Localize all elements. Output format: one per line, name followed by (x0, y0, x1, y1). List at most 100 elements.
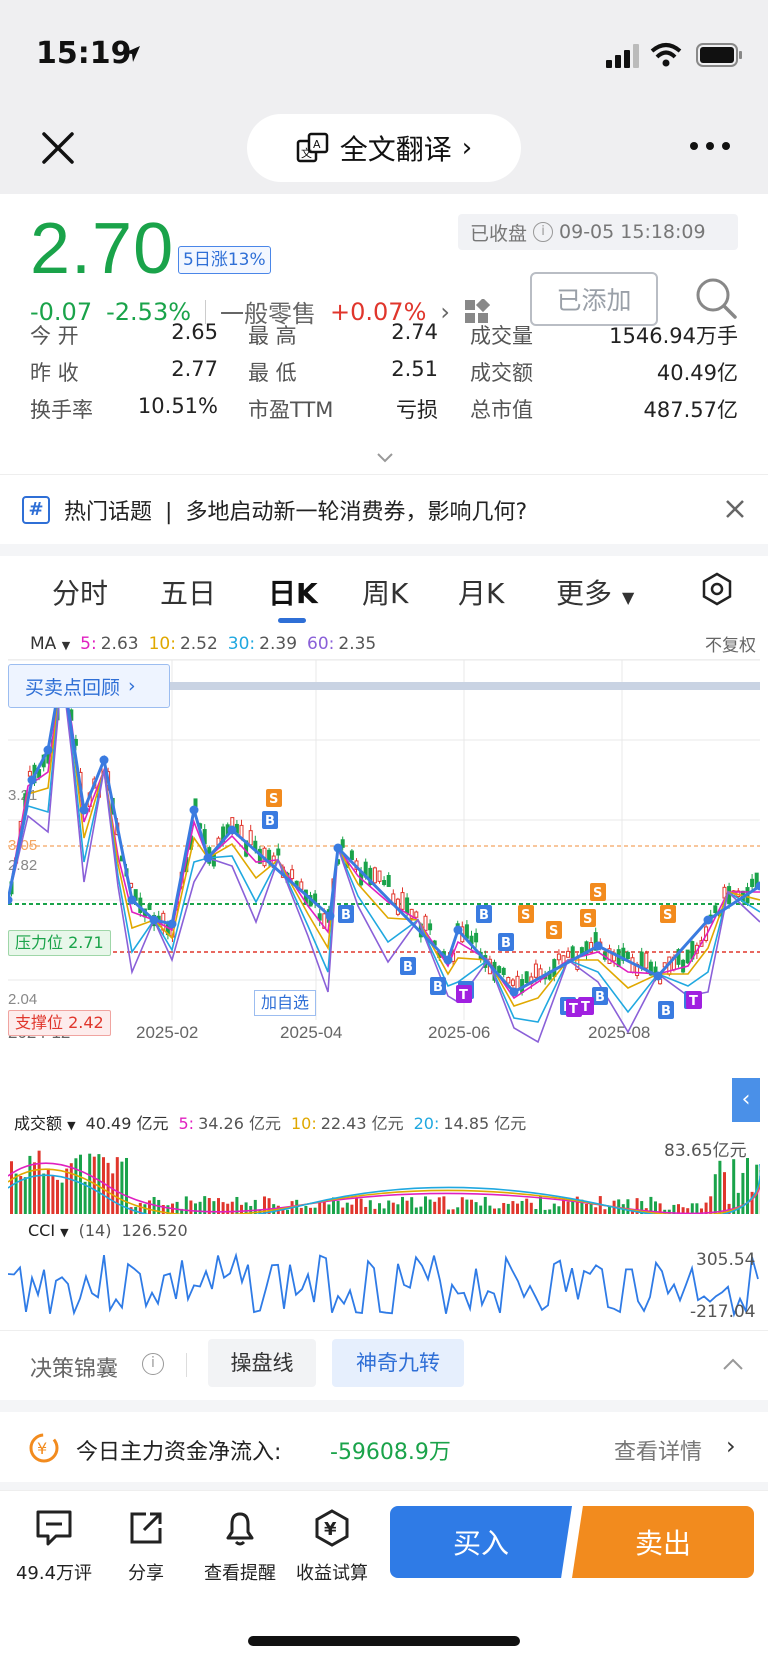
volume-bar (419, 1206, 423, 1214)
volume-bar (148, 1200, 151, 1214)
volume-selector[interactable]: 成交额 ▼ (14, 1110, 76, 1134)
sell-signal-marker[interactable]: S (580, 909, 596, 927)
volume-bar (557, 1206, 561, 1214)
sell-signal-marker[interactable]: S (660, 905, 676, 923)
tab-intraday[interactable]: 分时 (52, 572, 108, 612)
share-button[interactable]: 分享 (114, 1508, 178, 1600)
buy-signal-marker[interactable]: B (658, 1001, 674, 1019)
cci-selector[interactable]: CCI ▼ (28, 1221, 69, 1240)
volume-bar (433, 1201, 437, 1214)
profit-calc-label: 收益试算 (296, 1563, 368, 1584)
tab-weekly-k[interactable]: 周K (362, 572, 408, 612)
info-icon[interactable]: i (533, 222, 554, 242)
market-status-text: 已收盘 (470, 222, 528, 245)
ma-selector[interactable]: MA ▼ (30, 634, 70, 654)
hot-topic-text[interactable]: 热门话题 | 多地启动新一轮消费券，影响几何? (64, 494, 527, 526)
tab-more[interactable]: 更多 ▼ (556, 572, 634, 612)
adjust-mode[interactable]: 不复权 (705, 631, 760, 656)
volume-max-label: 83.65亿元 (664, 1141, 747, 1161)
stat-value: 1546.94万手 (609, 324, 738, 348)
zigzag-point (325, 911, 335, 921)
zigzag-point (443, 955, 453, 965)
fund-flow-row[interactable]: ¥ 今日主力资金净流入: -59608.9万 查看详情 › (0, 1412, 768, 1482)
alert-label: 查看提醒 (204, 1563, 276, 1584)
buy-signal-marker[interactable]: B (338, 905, 354, 923)
volume-bar (571, 1201, 575, 1214)
info-icon[interactable]: i (142, 1353, 164, 1375)
zigzag-point (149, 915, 159, 925)
chevron-up-icon[interactable] (722, 1357, 744, 1371)
close-topic-icon[interactable] (724, 498, 746, 520)
chevron-down-icon[interactable] (376, 452, 394, 464)
buy-signal-marker[interactable]: B (592, 987, 608, 1005)
more-icon[interactable] (688, 136, 732, 156)
ma-period: 5: (80, 633, 97, 654)
zigzag-point (453, 925, 463, 935)
t-signal-marker[interactable]: T (578, 997, 594, 1015)
sell-signal-marker[interactable]: S (518, 905, 534, 923)
svg-text:文: 文 (301, 146, 312, 160)
buy-button[interactable]: 买入 (390, 1506, 572, 1578)
decision-toolbar: 决策锦囊 i 操盘线 神奇九转 (0, 1330, 768, 1400)
fund-flow-detail-link[interactable]: 查看详情 (614, 1434, 702, 1466)
volume-bar (548, 1209, 552, 1214)
buy-signal-marker[interactable]: B (498, 933, 514, 951)
candle-body (497, 966, 502, 974)
trade-review-button[interactable]: 买卖点回顾 › (8, 664, 170, 708)
volume-bar (359, 1198, 363, 1214)
stat-label: 总市值 (470, 398, 533, 422)
volume-bar (194, 1203, 197, 1214)
buy-signal-marker[interactable]: B (400, 957, 416, 975)
trading-line-button[interactable]: 操盘线 (208, 1339, 316, 1387)
hot-topic-label: 热门话题 (64, 500, 153, 525)
bell-icon (226, 1512, 254, 1546)
sell-signal-marker[interactable]: S (546, 921, 562, 939)
comments-button[interactable]: 49.4万评 (6, 1508, 102, 1600)
buy-signal-marker[interactable]: B (262, 811, 278, 829)
candle-body (681, 959, 686, 973)
watchlist-added-button[interactable]: 已添加 (530, 272, 658, 326)
candle-body (639, 951, 644, 969)
t-signal-marker[interactable]: T (686, 991, 702, 1009)
magic-nine-button[interactable]: 神奇九转 (332, 1339, 464, 1387)
volume-bar (88, 1153, 92, 1214)
candle-body (556, 953, 561, 961)
t-signal-marker[interactable]: T (456, 985, 472, 1003)
sell-signal-marker[interactable]: S (590, 883, 606, 901)
sell-button[interactable]: 卖出 (572, 1506, 754, 1578)
zigzag-line (8, 669, 760, 994)
ma-value: 2.39 (259, 633, 298, 654)
stat-label: 今 开 (30, 324, 79, 348)
candle-body (147, 904, 152, 911)
buy-signal-marker[interactable]: B (430, 977, 446, 995)
search-icon[interactable] (694, 276, 738, 320)
kline-chart[interactable]: 3.993.212.822.432.042024-122025-022025-0… (8, 660, 760, 1080)
add-watch-marker[interactable]: 加自选 (254, 990, 317, 1016)
close-icon[interactable] (36, 126, 80, 170)
volume-bar (474, 1202, 478, 1214)
date-tick: 2025-04 (280, 1023, 342, 1042)
support-level: 支撑位 2.42 (8, 1010, 111, 1036)
translate-button[interactable]: A文 全文翻译 › (247, 114, 521, 182)
settings-icon[interactable] (700, 572, 734, 606)
svg-text:S: S (269, 792, 278, 807)
volume-bar (97, 1154, 101, 1214)
volume-bar (318, 1201, 322, 1214)
profit-calc-button[interactable]: ¥ 收益试算 (288, 1508, 376, 1600)
zigzag-point (79, 805, 89, 815)
volume-bar (102, 1157, 105, 1214)
volume-chart[interactable] (8, 1136, 760, 1214)
stat-label: 昨 收 (30, 361, 79, 385)
alert-button[interactable]: 查看提醒 (196, 1508, 284, 1600)
sell-signal-marker[interactable]: S (266, 789, 282, 807)
tab-daily-k[interactable]: 日K (268, 572, 318, 612)
volume-ma-value: 34.26 亿元 (198, 1114, 281, 1133)
caret-down-icon: ▼ (622, 588, 635, 607)
stat-value: 亏损 (396, 398, 438, 422)
volume-bar (405, 1200, 409, 1214)
buy-signal-marker[interactable]: B (476, 905, 492, 923)
cci-chart[interactable] (8, 1244, 760, 1324)
volume-bar (447, 1209, 450, 1214)
tab-five-day[interactable]: 五日 (160, 572, 216, 612)
tab-monthly-k[interactable]: 月K (458, 572, 504, 612)
